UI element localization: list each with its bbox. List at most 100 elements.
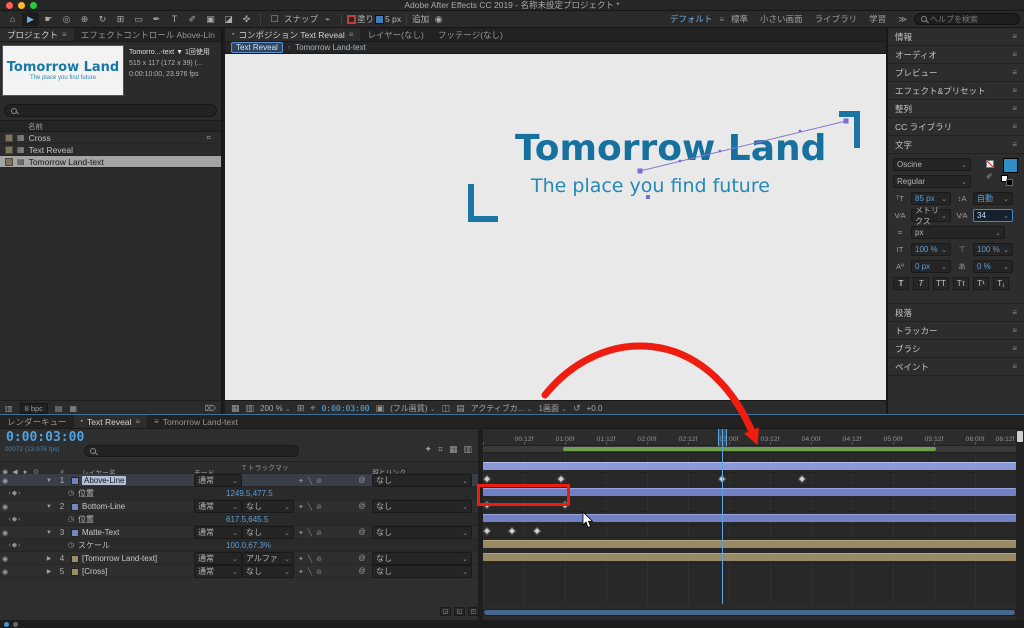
zoom-dropdown[interactable]: 200 % ⌄ [260, 404, 291, 413]
tab-effect-controls[interactable]: エフェクトコントロール Above-Lin [74, 28, 222, 41]
fill-label[interactable]: 塗り [357, 13, 374, 25]
parent-dropdown[interactable]: なし⌄ [372, 552, 472, 565]
property-name[interactable]: スケール [78, 540, 226, 551]
twirl-icon[interactable]: ▶ [42, 568, 56, 575]
twirl-icon[interactable]: ▶ [42, 555, 56, 562]
zoom-tool[interactable]: ◎ [58, 12, 75, 26]
workspace-standard[interactable]: 標準 [726, 13, 753, 25]
keyframe-diamond[interactable] [557, 475, 565, 483]
zoom-window-button[interactable] [30, 2, 37, 9]
panel-menu-icon[interactable]: ≡ [1012, 86, 1017, 95]
scrollbar-thumb[interactable] [484, 610, 1015, 615]
keyframe-nav[interactable]: ‹◆› [0, 515, 30, 523]
kerning-dropdown[interactable]: メトリクス⌄ [911, 209, 951, 222]
panel-audio[interactable]: オーディオ≡ [888, 46, 1024, 64]
tab-timeline-text-reveal[interactable]: ▪ Text Reveal ≡ [74, 415, 148, 428]
hide-shy-layers-icon[interactable]: ▦ [449, 444, 458, 455]
add-label[interactable]: 追加 [412, 13, 429, 25]
pickwhip-icon[interactable]: @ [352, 477, 372, 484]
font-style-dropdown[interactable]: Regular⌄ [893, 175, 971, 188]
viewer-timecode[interactable]: 0:00:03:00 [321, 404, 369, 413]
panel-info[interactable]: 情報≡ [888, 28, 1024, 46]
above-line-shape[interactable] [839, 111, 860, 148]
eraser-tool[interactable]: ◪ [220, 12, 237, 26]
current-time-display[interactable]: 0:00:03:00 [6, 430, 84, 445]
panel-menu-icon[interactable]: ≡ [1012, 362, 1017, 371]
project-item-row-selected[interactable]: ▤ Tomorrow Land-text [0, 156, 221, 168]
fill-swatch[interactable] [375, 15, 384, 24]
keyframe-diamond[interactable] [483, 527, 491, 535]
snap-options-icon[interactable]: ⌁ [319, 12, 336, 26]
layer-track-above-line[interactable] [483, 460, 1016, 473]
faux-italic-button[interactable]: T [913, 277, 929, 290]
no-fill-swatch[interactable] [986, 160, 994, 168]
small-caps-button[interactable]: Tᴛ [953, 277, 969, 290]
frame-blending-icon[interactable]: ▥ [463, 444, 472, 455]
property-row-position[interactable]: ‹◆› ◷ 位置 1249.5,477.5 [0, 487, 478, 500]
always-preview-icon[interactable]: ▦ [231, 403, 240, 414]
artwork-subtitle-text[interactable]: The place you find future [531, 175, 770, 197]
layer-name[interactable]: Bottom-Line [82, 502, 194, 511]
layer-color-swatch[interactable] [71, 555, 79, 563]
vertical-scale-dropdown[interactable]: 100 %⌄ [911, 243, 951, 256]
unit-dropdown[interactable]: px⌄ [911, 226, 1005, 239]
layer-row-tomorrow-land-text[interactable]: ◉ ▶ 4 [Tomorrow Land-text] 通常⌄ アルファ⌄ ✦╲⊘… [0, 552, 478, 565]
snapshot-icon[interactable]: ▣ [376, 403, 385, 414]
home-icon[interactable]: ⌂ [4, 12, 21, 26]
panel-effects-presets[interactable]: エフェクト&プリセット≡ [888, 82, 1024, 100]
twirl-icon[interactable]: ▼ [42, 504, 56, 510]
pickwhip-icon[interactable]: @ [352, 568, 372, 575]
property-value[interactable]: 100.0,67.3% [226, 541, 478, 550]
work-area-bar[interactable] [483, 446, 1016, 453]
composition-canvas[interactable]: Tomorrow Land The place you find future [225, 54, 886, 400]
layer-switches[interactable]: ✦╲⊘ [294, 529, 352, 537]
panel-menu-icon[interactable]: ≡ [349, 30, 354, 39]
panel-tracker[interactable]: トラッカー≡ [888, 322, 1024, 340]
orbit-tool[interactable]: ⊕ [76, 12, 93, 26]
parent-dropdown[interactable]: なし⌄ [372, 526, 472, 539]
property-value[interactable]: 1249.5,477.5 [226, 489, 478, 498]
tab-render-queue[interactable]: レンダーキュー [0, 415, 74, 428]
property-row-scale[interactable]: ‹◆› ◷ スケール 100.0,67.3% [0, 539, 478, 552]
layer-switches[interactable]: ✦╲⊘ [294, 568, 352, 576]
time-ruler[interactable]: 00:12f01:00f01:12f02:00f02:12f03:00f03:1… [483, 429, 1016, 446]
property-value[interactable]: 617.5,645.5 [226, 515, 478, 524]
help-search-input[interactable] [930, 15, 1008, 24]
label-color-swatch[interactable] [5, 158, 13, 166]
property-name[interactable]: 位置 [78, 488, 226, 499]
mode-dropdown[interactable]: 通常⌄ [194, 565, 242, 578]
view-layout-dropdown[interactable]: 1画面 ⌄ [539, 403, 568, 414]
panel-menu-icon[interactable]: ≡ [1012, 344, 1017, 353]
work-area-segment[interactable] [563, 447, 936, 451]
layer-color-swatch[interactable] [71, 503, 79, 511]
keyframe-nav[interactable]: ‹◆› [0, 489, 30, 497]
parent-dropdown[interactable]: なし⌄ [372, 500, 472, 513]
text-fill-color-swatch[interactable] [1003, 158, 1018, 173]
mode-dropdown[interactable]: 通常⌄ [194, 474, 242, 487]
panel-cc-libraries[interactable]: CC ライブラリ≡ [888, 118, 1024, 136]
project-list-header[interactable]: 名前 [0, 120, 221, 132]
stroke-width-value[interactable]: 5 px [385, 14, 401, 24]
resolution-dropdown[interactable]: (フル画質) ⌄ [390, 403, 435, 414]
twirl-icon[interactable]: ▼ [42, 530, 56, 536]
pickwhip-icon[interactable]: @ [352, 503, 372, 510]
faux-bold-button[interactable]: T [893, 277, 909, 290]
layer-name[interactable]: Above-Line [82, 476, 126, 485]
tab-layer[interactable]: レイヤー(なし) [360, 28, 430, 41]
trkmat-dropdown[interactable]: なし⌄ [242, 500, 294, 513]
timeline-track-area[interactable]: 00:12f01:00f01:12f02:00f02:12f03:00f03:1… [483, 429, 1016, 604]
eye-icon[interactable]: ◉ [0, 529, 10, 537]
composition-mini-flowchart-icon[interactable]: ✦ [424, 444, 432, 455]
workspace-overflow-icon[interactable]: ≫ [893, 14, 912, 25]
font-family-dropdown[interactable]: Oscine⌄ [893, 158, 971, 171]
close-window-button[interactable] [6, 2, 13, 9]
workspace-default[interactable]: デフォルト [665, 13, 718, 25]
hand-tool[interactable]: ☛ [40, 12, 57, 26]
trkmat-dropdown[interactable]: なし⌄ [242, 565, 294, 578]
tracking-input[interactable]: 34⌄ [973, 209, 1013, 222]
label-color-swatch[interactable] [5, 134, 13, 142]
mode-dropdown[interactable]: 通常⌄ [194, 500, 242, 513]
project-item-row[interactable]: ▦ Text Reveal [0, 144, 221, 156]
current-time-indicator[interactable] [722, 429, 723, 604]
panel-menu-icon[interactable]: ≡ [62, 30, 67, 39]
